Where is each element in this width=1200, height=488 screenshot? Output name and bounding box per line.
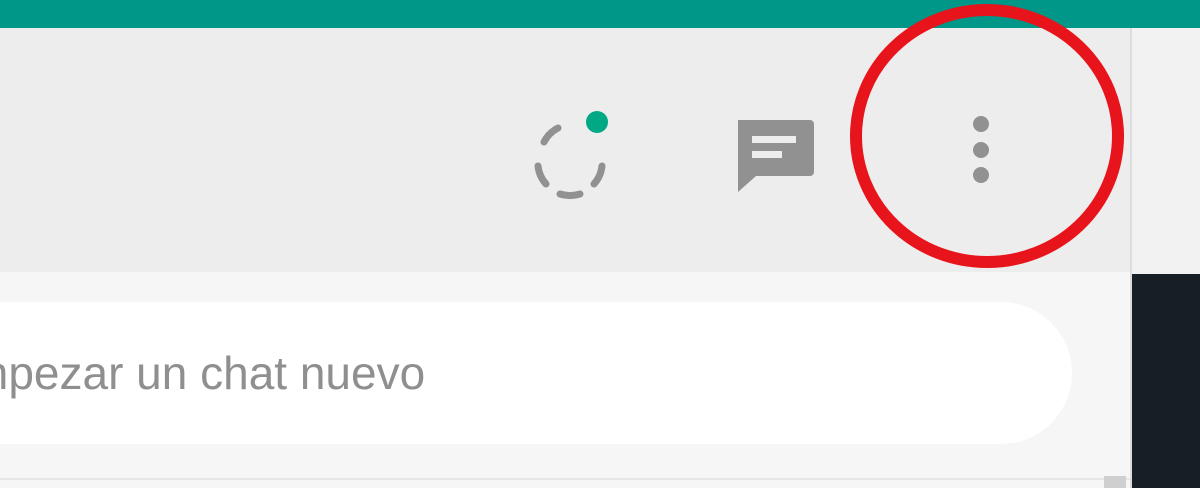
status-ring-segment bbox=[590, 162, 606, 188]
new-chat-icon[interactable] bbox=[730, 116, 818, 196]
search-divider bbox=[0, 478, 1130, 480]
conversation-header-strip bbox=[1132, 28, 1200, 274]
status-ring-segment bbox=[540, 124, 562, 146]
scrollbar-thumb[interactable] bbox=[1104, 476, 1126, 488]
menu-dot bbox=[973, 116, 989, 132]
menu-dot bbox=[973, 142, 989, 158]
chat-bubble-line bbox=[752, 136, 796, 143]
side-panel: mpezar un chat nuevo bbox=[0, 28, 1130, 488]
kebab-menu-icon[interactable] bbox=[954, 108, 1008, 204]
whatsapp-web-window: mpezar un chat nuevo bbox=[0, 0, 1200, 488]
search-area: mpezar un chat nuevo bbox=[0, 272, 1130, 488]
menu-dot bbox=[973, 167, 989, 183]
search-placeholder: mpezar un chat nuevo bbox=[0, 347, 426, 399]
side-panel-header bbox=[0, 28, 1130, 272]
conversation-panel-strip bbox=[1132, 274, 1200, 488]
chat-bubble-line bbox=[752, 151, 782, 158]
search-input[interactable]: mpezar un chat nuevo bbox=[0, 302, 1072, 444]
status-ring-segment bbox=[534, 162, 550, 188]
top-accent-bar bbox=[0, 0, 1200, 28]
status-ring-segment bbox=[556, 190, 584, 200]
status-new-dot bbox=[586, 111, 608, 133]
status-icon[interactable] bbox=[522, 108, 618, 204]
